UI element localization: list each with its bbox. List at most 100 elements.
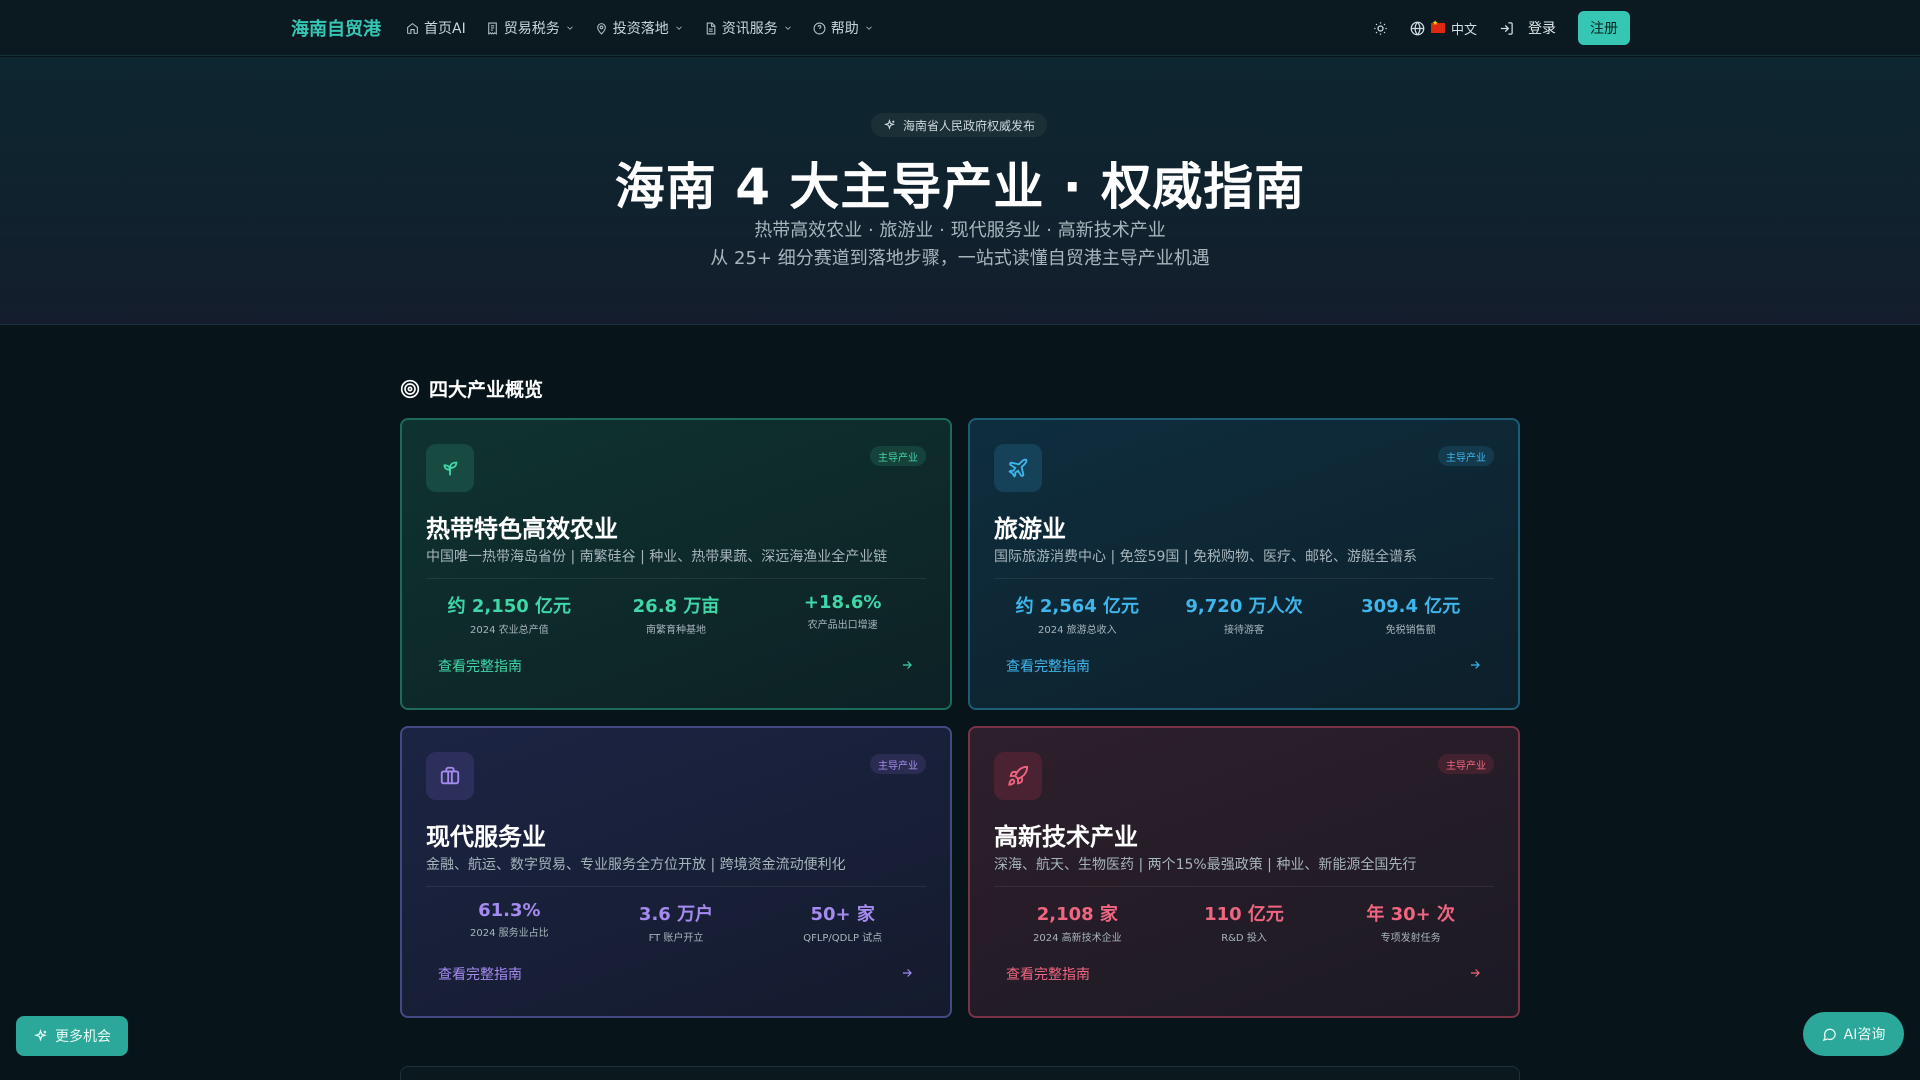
stat-label: 农产品出口增速 [807,620,878,631]
receipt-icon [487,22,497,35]
more-opportunities-label: 更多机会 [55,1029,111,1045]
stat-value: 2,108 家 [1036,904,1118,925]
industry-card-services[interactable]: 主导产业 现代服务业 金融、航运、数字贸易、专业服务全方位开放 | 跨境资金流动… [400,726,952,1018]
hero-description: 从 25+ 细分赛道到落地步骤，一站式读懂自贸港主导产业机遇 [710,248,1210,269]
menu-item-label: 贸易税务 [503,21,560,37]
stat-value: 3.6 万户 [638,904,714,925]
stat-label: R&D 投入 [1221,933,1267,944]
menu-item-help[interactable]: 帮助 [813,18,874,38]
china-flag-icon [1430,19,1445,33]
stat-label: 免税销售额 [1385,625,1436,636]
login-button[interactable]: 登录 [1499,18,1556,38]
industry-card-hightech[interactable]: 主导产业 高新技术产业 深海、航天、生物医药 | 两个15%最强政策 | 种业、… [968,726,1520,1018]
industry-tag: 主导产业 [1438,754,1494,774]
view-guide-link[interactable]: 查看完整指南 [438,656,522,676]
section-title: 四大产业概览 [400,375,543,402]
card-stats: 2,108 家 2024 高新技术企业 110 亿元 R&D 投入 年 30+ … [994,900,1494,944]
card-description: 中国唯一热带海岛省份 | 南繁硅谷 | 种业、热带果蔬、深远海渔业全产业链 [426,549,888,565]
menu-item-label: 资讯服务 [721,21,778,37]
menu-item-investment[interactable]: 投资落地 [595,18,684,38]
card-icon-box [994,752,1042,800]
more-opportunities-button[interactable]: 更多机会 [16,1016,128,1056]
top-navbar: 海南自贸港 首页AI 贸易税务 投资落地 资讯服务 帮助 ★ 中文 登录 注册 [0,0,1920,56]
next-section-panel [400,1066,1520,1080]
stat-item: +18.6% 农产品出口增速 [759,592,926,636]
industry-tag: 主导产业 [870,446,926,466]
help-circle-icon [813,22,826,34]
rocket-icon [1008,765,1029,786]
stat-value: 110 亿元 [1204,904,1284,925]
stat-label: 南繁育种基地 [646,625,706,636]
stat-value: 61.3% [478,900,541,921]
brand-logo[interactable]: 海南自贸港 [291,15,381,41]
log-in-icon [1500,21,1513,35]
menu-item-home[interactable]: 首页AI [406,18,466,38]
stat-item: 26.8 万亩 南繁育种基地 [593,592,760,636]
sparkles-icon [884,118,895,130]
stat-item: 61.3% 2024 服务业占比 [426,900,593,944]
menu-item-news[interactable]: 资讯服务 [704,18,793,38]
briefcase-icon [440,766,460,785]
sprout-icon [443,461,458,476]
arrow-right-icon[interactable] [1468,966,1482,980]
menu-item-label: 首页AI [424,21,466,37]
card-description: 深海、航天、生物医药 | 两个15%最强政策 | 种业、新能源全国先行 [994,857,1417,873]
plane-icon [1008,458,1028,478]
hero-banner: 海南省人民政府权威发布 海南 4 大主导产业 · 权威指南 热带高效农业 · 旅… [0,57,1920,325]
industry-card-agriculture[interactable]: 主导产业 热带特色高效农业 中国唯一热带海岛省份 | 南繁硅谷 | 种业、热带果… [400,418,952,710]
stat-label: 2024 高新技术企业 [1033,933,1122,944]
card-icon-box [426,752,474,800]
sparkles-icon [34,1028,47,1042]
card-stats: 约 2,564 亿元 2024 旅游总收入 9,720 万人次 接待游客 309… [994,592,1494,636]
login-label: 登录 [1528,21,1556,37]
stat-value: 约 2,150 亿元 [447,596,572,617]
stat-item: 约 2,564 亿元 2024 旅游总收入 [994,592,1161,636]
language-label: 中文 [1450,22,1477,38]
theme-toggle[interactable] [1373,21,1388,36]
stat-item: 50+ 家 QFLP/QDLP 试点 [759,900,926,944]
industry-card-tourism[interactable]: 主导产业 旅游业 国际旅游消费中心 | 免签59国 | 免税购物、医疗、邮轮、游… [968,418,1520,710]
card-title: 现代服务业 [426,823,546,851]
nav-actions: 中文 登录 注册 [1373,0,1630,56]
stat-label: QFLP/QDLP 试点 [803,933,883,944]
card-title: 旅游业 [994,515,1066,543]
stat-value: 26.8 万亩 [632,596,720,617]
sun-icon [1374,21,1387,35]
page-title: 海南 4 大主导产业 · 权威指南 [614,158,1306,216]
stat-item: 2,108 家 2024 高新技术企业 [994,900,1161,944]
menu-item-label: 投资落地 [612,21,669,37]
card-title: 热带特色高效农业 [426,515,618,543]
signup-button[interactable]: 注册 [1578,11,1630,45]
card-description: 国际旅游消费中心 | 免签59国 | 免税购物、医疗、邮轮、游艇全谱系 [994,549,1418,565]
stat-value: 50+ 家 [810,904,875,925]
stat-value: 年 30+ 次 [1366,904,1456,925]
view-guide-link[interactable]: 查看完整指南 [1006,964,1090,984]
stat-value: +18.6% [803,592,882,613]
card-stats: 约 2,150 亿元 2024 农业总产值 26.8 万亩 南繁育种基地 +18… [426,592,926,636]
stat-value: 约 2,564 亿元 [1015,596,1140,617]
arrow-right-icon[interactable] [900,658,914,672]
menu-item-trade-tax[interactable]: 贸易税务 [486,18,575,38]
arrow-right-icon[interactable] [1468,658,1482,672]
view-guide-link[interactable]: 查看完整指南 [1006,656,1090,676]
arrow-right-icon[interactable] [900,966,914,980]
stat-value: 309.4 亿元 [1361,596,1461,617]
home-icon [407,22,418,34]
stat-label: 2024 农业总产值 [470,625,549,636]
industry-tag: 主导产业 [870,754,926,774]
ai-consult-button[interactable]: AI咨询 [1803,1012,1904,1056]
stat-item: 9,720 万人次 接待游客 [1161,592,1328,636]
card-icon-box [994,444,1042,492]
file-text-icon [706,22,716,34]
section-title-label: 四大产业概览 [429,379,544,401]
view-guide-link[interactable]: 查看完整指南 [438,964,522,984]
stat-label: 接待游客 [1224,625,1264,636]
stat-label: 2024 旅游总收入 [1038,625,1117,636]
chevron-down-icon [784,26,791,30]
language-switcher[interactable]: 中文 [1410,19,1477,38]
card-divider [426,886,926,887]
ai-consult-label: AI咨询 [1843,1027,1886,1043]
card-icon-box [426,444,474,492]
main-menu: 首页AI 贸易税务 投资落地 资讯服务 帮助 [406,0,874,56]
stat-label: FT 账户开立 [648,933,704,944]
